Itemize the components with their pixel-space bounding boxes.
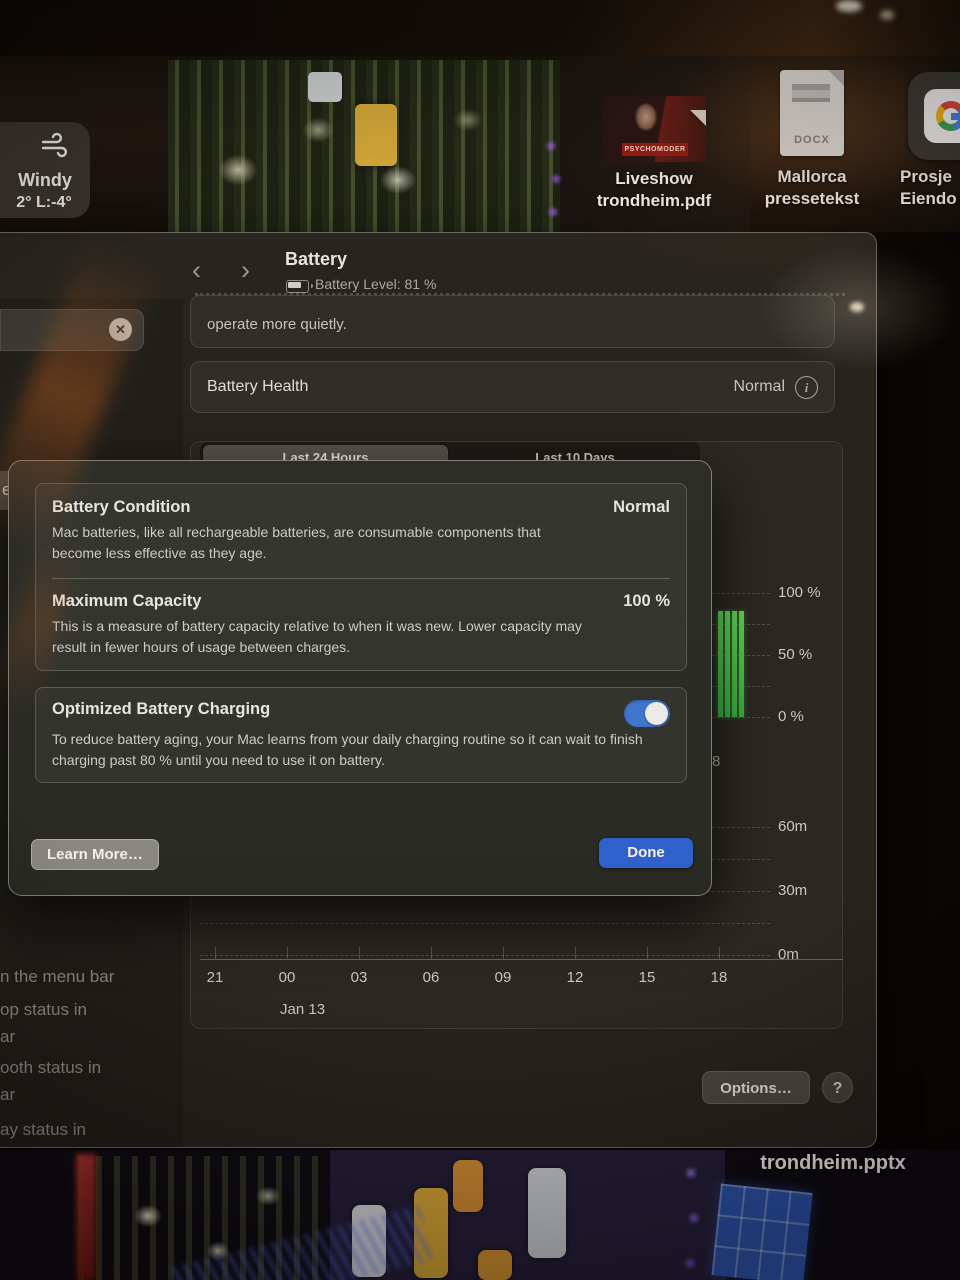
pdf-file-label[interactable]: Liveshow trondheim.pdf	[580, 168, 728, 212]
condition-capacity-group: Battery Condition Normal Mac batteries, …	[35, 483, 687, 671]
optimized-charging-group: Optimized Battery Charging To reduce bat…	[35, 687, 687, 783]
photo-glare-spot	[850, 302, 864, 312]
docx-file-icon[interactable]: DOCX	[780, 70, 844, 156]
optimized-charging-toggle[interactable]	[624, 700, 670, 727]
wallpaper-car	[528, 1168, 566, 1258]
battery-bar	[718, 611, 723, 717]
energy-mode-group: operate more quietly.	[190, 295, 835, 348]
search-input[interactable]: ✕	[0, 309, 144, 351]
close-icon[interactable]: ✕	[109, 318, 132, 341]
top-bezel	[0, 0, 960, 56]
x-tick: 00	[278, 969, 296, 986]
sidebar-result-truncated[interactable]: ar	[0, 1027, 15, 1047]
y-axis-label: 30m	[778, 882, 808, 899]
battery-health-value: Normal	[733, 378, 785, 395]
page-title: Battery	[285, 249, 348, 269]
pdf-file-icon[interactable]: PSYCHOMODER	[602, 96, 706, 162]
y-axis-label: 60m	[778, 818, 808, 835]
window-header: ‹ › Battery Battery Level: 81 %	[0, 233, 876, 299]
maximum-capacity-title: Maximum Capacity	[52, 592, 202, 610]
forward-chevron-icon[interactable]: ›	[241, 255, 250, 285]
weather-temps: 2° L:-4°	[16, 194, 72, 211]
battery-health-dialog: Battery Condition Normal Mac batteries, …	[8, 460, 712, 896]
wallpaper-red-light	[76, 1154, 96, 1280]
wallpaper-taxi	[478, 1250, 512, 1280]
maximum-capacity-value: 100 %	[623, 592, 670, 610]
docx-file-label[interactable]: Mallorca pressetekst	[744, 166, 880, 210]
divider	[52, 578, 670, 579]
pptx-file-label[interactable]: trondheim.pptx	[728, 1152, 938, 1175]
optimized-charging-title: Optimized Battery Charging	[52, 700, 271, 718]
wallpaper-taxi	[355, 104, 397, 166]
photographed-screen: Windy 2° L:-4° PSYCHOMODER Liveshow tron…	[0, 0, 960, 1280]
web-shortcut-icon[interactable]	[908, 72, 960, 160]
battery-level-bars	[718, 592, 744, 717]
battery-level-text: Battery Level: 81 %	[315, 276, 437, 292]
maximum-capacity-body: This is a measure of battery capacity re…	[52, 618, 582, 655]
battery-condition-body: Mac batteries, like all rechargeable bat…	[52, 524, 541, 561]
sidebar-result-truncated[interactable]: ay status in	[0, 1120, 86, 1140]
wallpaper-car	[308, 72, 342, 102]
x-tick: 09	[494, 969, 512, 986]
back-chevron-icon[interactable]: ‹	[192, 255, 201, 285]
battery-health-label: Battery Health	[207, 378, 309, 395]
battery-condition-title: Battery Condition	[52, 498, 191, 516]
x-tick: 12	[566, 969, 584, 986]
pdf-thumbnail-banner: PSYCHOMODER	[622, 143, 688, 156]
battery-condition-value: Normal	[613, 498, 670, 516]
learn-more-button[interactable]: Learn More…	[31, 839, 159, 870]
y-axis-label: 0 %	[778, 708, 804, 725]
y-axis-label: 0m	[778, 946, 799, 963]
info-icon[interactable]: i	[795, 375, 818, 399]
light-flare	[880, 10, 894, 20]
battery-health-row: Battery Health Normal i	[190, 361, 835, 413]
battery-bar	[739, 611, 744, 717]
help-icon[interactable]: ?	[822, 1072, 853, 1103]
weather-condition: Windy	[18, 170, 72, 190]
x-axis	[200, 959, 843, 960]
x-tick: 03	[350, 969, 368, 986]
gridline-0m	[200, 955, 770, 956]
docx-preview-graphic	[792, 84, 830, 110]
sidebar-result-truncated[interactable]: n the menu bar	[0, 967, 114, 987]
done-button[interactable]: Done	[599, 838, 693, 868]
sidebar-result-truncated[interactable]: op status in	[0, 1000, 87, 1020]
options-button[interactable]: Options…	[702, 1071, 810, 1104]
weather-widget[interactable]: Windy 2° L:-4°	[0, 122, 90, 218]
optimized-charging-body: To reduce battery aging, your Mac learns…	[52, 731, 643, 768]
pdf-thumbnail-figure	[636, 104, 656, 130]
energy-mode-text: operate more quietly.	[207, 316, 347, 333]
x-tick: 18	[710, 969, 728, 986]
wallpaper-solar-panel	[711, 1183, 813, 1280]
battery-icon	[286, 280, 313, 293]
light-flare	[836, 0, 862, 12]
sidebar-result-truncated[interactable]: ooth status in	[0, 1058, 101, 1078]
docx-badge: DOCX	[794, 134, 830, 146]
battery-bar	[725, 611, 730, 717]
sidebar-result-truncated[interactable]: ar	[0, 1085, 15, 1105]
wind-icon	[40, 132, 70, 163]
x-tick: 21	[206, 969, 224, 986]
page-fold-icon	[690, 110, 706, 126]
partial-x-tick: 8	[712, 753, 721, 770]
wallpaper-taxi	[453, 1160, 483, 1212]
gridline-15m	[200, 923, 770, 924]
x-axis-date: Jan 13	[280, 1001, 326, 1018]
x-tick: 06	[422, 969, 440, 986]
page-fold-icon	[828, 70, 844, 86]
wallpaper-lights	[676, 1158, 706, 1278]
google-g-icon	[924, 89, 960, 143]
x-tick: 15	[638, 969, 656, 986]
web-shortcut-label[interactable]: Prosje Eiendo	[900, 166, 960, 210]
y-axis-label: 100 %	[778, 584, 821, 601]
y-axis-label: 50 %	[778, 646, 813, 663]
battery-bar	[732, 611, 737, 717]
